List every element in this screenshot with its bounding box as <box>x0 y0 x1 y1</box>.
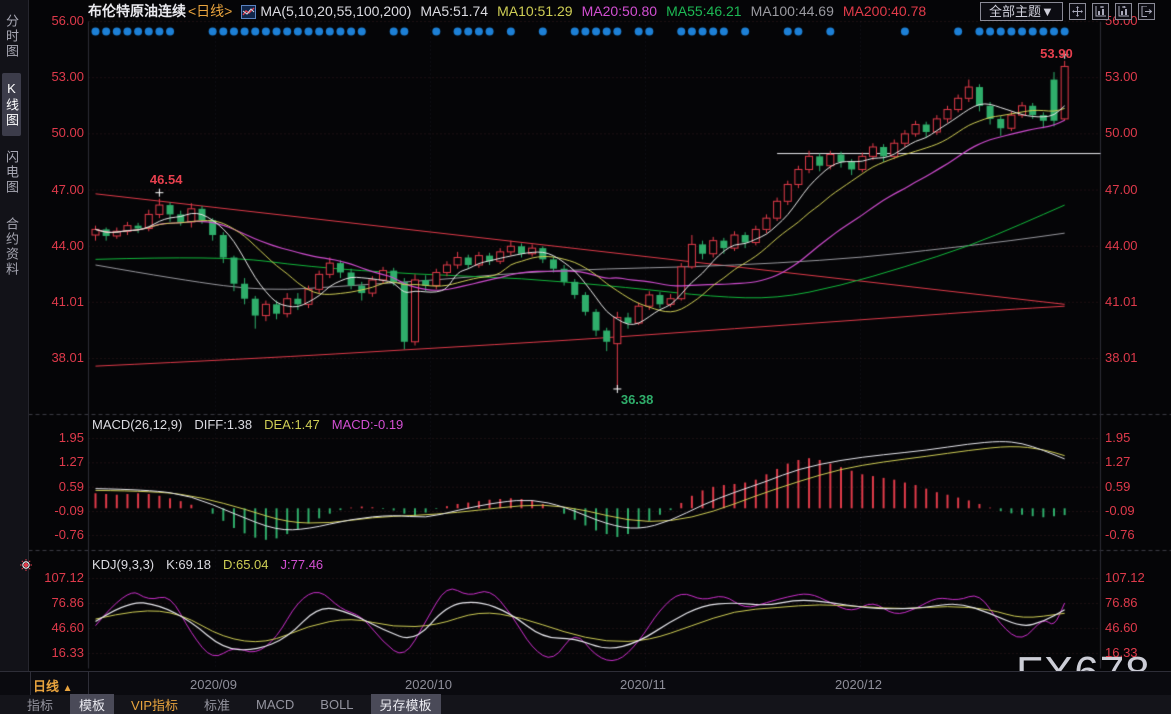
tab-standard[interactable]: 标准 <box>195 694 239 714</box>
macd-diff-value: DIFF:1.38 <box>194 417 252 432</box>
price-axis-label: 1.95 <box>1105 430 1165 445</box>
ma20-value: MA20:50.80 <box>582 3 658 19</box>
kdj-d-value: D:65.04 <box>223 557 269 572</box>
macd-header: MACD(26,12,9) DIFF:1.38 DEA:1.47 MACD:-0… <box>92 417 403 432</box>
high-price-annotation: 46.54 <box>150 172 183 187</box>
price-axis-label: 47.00 <box>1105 182 1165 197</box>
x-axis-label: 2020/11 <box>620 677 666 692</box>
kdj-settings-icon[interactable] <box>20 558 32 570</box>
kdj-k-value: K:69.18 <box>166 557 211 572</box>
chart-type-sidebar: 分时图 K线图 闪电图 合约资料 <box>0 0 29 714</box>
kdj-j-value: J:77.46 <box>281 557 324 572</box>
symbol-name: 布伦特原油连续 <box>88 1 186 21</box>
tab-save-template[interactable]: 另存模板 <box>371 694 441 714</box>
price-axis-label: 53.00 <box>1105 69 1165 84</box>
chart-icon <box>241 5 256 19</box>
kdj-header: KDJ(9,3,3) K:69.18 D:65.04 J:77.46 <box>92 557 323 572</box>
ma200-value: MA200:40.78 <box>843 3 926 19</box>
tab-macd[interactable]: MACD <box>247 696 303 713</box>
divider <box>30 672 31 696</box>
price-axis-label: 50.00 <box>1105 125 1165 140</box>
exit-window-icon[interactable] <box>1138 3 1155 20</box>
x-axis-label: 2020/10 <box>405 677 452 692</box>
kdj-name[interactable]: KDJ(9,3,3) <box>92 557 154 572</box>
divider <box>88 672 89 696</box>
ma5-value: MA5:51.74 <box>420 3 488 19</box>
caret-up-icon: ▲ <box>63 683 73 694</box>
macd-hist-value: MACD:-0.19 <box>332 417 404 432</box>
macd-name[interactable]: MACD(26,12,9) <box>92 417 182 432</box>
price-axis-label: 41.01 <box>1105 294 1165 309</box>
price-axis-label: 46.60 <box>1105 620 1165 635</box>
last-price-annotation: 53.90 <box>1040 46 1073 61</box>
sidebar-item-kline-chart[interactable]: K线图 <box>2 73 21 136</box>
sidebar-item-lightning-chart[interactable]: 闪电图 <box>2 142 21 203</box>
macd-dea-value: DEA:1.47 <box>264 417 320 432</box>
low-price-annotation: 36.38 <box>621 392 654 407</box>
zoom-out-axis-icon[interactable] <box>1115 3 1132 20</box>
x-axis-label: 2020/12 <box>835 677 882 692</box>
ma100-value: MA100:44.69 <box>751 3 834 19</box>
period-tag: <日线> <box>188 1 232 21</box>
price-axis-label: 38.01 <box>1105 350 1165 365</box>
chart-toolbar: 全部主题▼ <box>980 2 1155 21</box>
price-axis-label: 1.27 <box>1105 454 1165 469</box>
sidebar-item-time-chart[interactable]: 分时图 <box>2 6 21 67</box>
zoom-in-axis-icon[interactable] <box>1092 3 1109 20</box>
indicator-tab-bar: 指标 模板 VIP指标 标准 MACD BOLL 另存模板 <box>0 695 1171 714</box>
theme-dropdown-button[interactable]: 全部主题▼ <box>980 2 1063 21</box>
tab-templates[interactable]: 模板 <box>70 694 114 714</box>
price-axis-label: 44.00 <box>1105 238 1165 253</box>
price-axis-label: 16.33 <box>1105 645 1165 660</box>
tab-boll[interactable]: BOLL <box>311 696 362 713</box>
x-axis-row: 日线 ▲ 2020/09 2020/10 2020/11 2020/12 <box>0 671 1171 696</box>
period-selector[interactable]: 日线 ▲ <box>33 676 73 695</box>
tab-indicators[interactable]: 指标 <box>18 694 62 714</box>
ma10-value: MA10:51.29 <box>497 3 573 19</box>
sidebar-item-contract-info[interactable]: 合约资料 <box>2 209 21 285</box>
pan-icon[interactable] <box>1069 3 1086 20</box>
price-axis-label: -0.76 <box>1105 527 1165 542</box>
x-axis-label: 2020/09 <box>190 677 237 692</box>
price-axis-label: 76.86 <box>1105 595 1165 610</box>
ma55-value: MA55:46.21 <box>666 3 742 19</box>
chart-title-bar: 布伦特原油连续 <日线> MA(5,10,20,55,100,200) MA5:… <box>88 2 926 20</box>
price-axis-label: 107.12 <box>1105 570 1165 585</box>
price-axis-label: -0.09 <box>1105 503 1165 518</box>
price-axis-label: 0.59 <box>1105 479 1165 494</box>
chart-canvas[interactable] <box>0 0 1171 714</box>
tab-vip-indicators[interactable]: VIP指标 <box>122 694 187 714</box>
trading-app-window: 分时图 K线图 闪电图 合约资料 布伦特原油连续 <日线> MA(5,10,20… <box>0 0 1171 714</box>
ma-params: MA(5,10,20,55,100,200) <box>260 3 411 19</box>
